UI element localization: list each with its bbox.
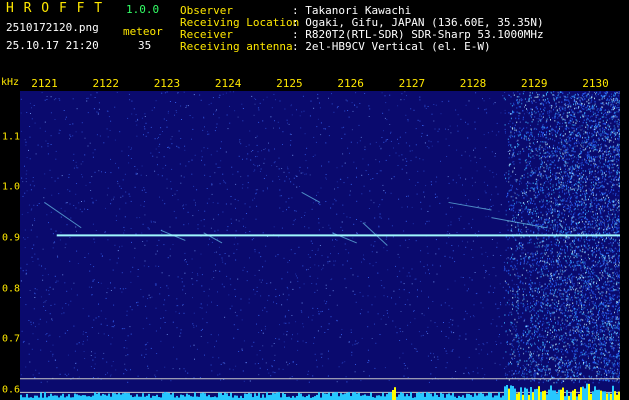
x-tick-label: 2129 (521, 77, 548, 90)
spectrogram-plot (20, 91, 620, 400)
antenna-value: : 2el-HB9CV Vertical (el. E-W) (292, 40, 491, 53)
x-tick-row: 2121 2122 2123 2124 2125 2126 2127 2128 2129 2130 (0, 77, 629, 91)
app-version: 1.0.0 (126, 3, 160, 16)
y-tick-label: 1.0 (2, 181, 21, 193)
y-tick-label: 0.8 (2, 283, 21, 295)
x-tick-label: 2124 (214, 77, 242, 90)
y-tick-label: 0.7 (2, 333, 21, 345)
y-tick-label: 0.9 (2, 232, 21, 244)
x-tick-label: 2130 (582, 77, 609, 90)
x-tick-label: 2123 (153, 77, 181, 90)
app-title: H R O F F T (6, 1, 104, 16)
y-tick-label: 0.6 (2, 384, 21, 396)
x-tick-label: 2122 (92, 77, 119, 90)
x-tick-label: 2128 (459, 77, 487, 90)
x-tick-label: 2127 (398, 77, 426, 90)
meteor-count: 35 (138, 39, 152, 52)
file-name: 2510172120.png (6, 21, 99, 34)
y-axis: 1.1 1.0 0.9 0.8 0.7 0.6 (0, 91, 20, 400)
x-tick-label: 2125 (276, 77, 303, 90)
meteor-label: meteor (123, 25, 163, 38)
x-tick-label: 2121 (31, 77, 58, 90)
y-tick-label: 1.1 (2, 131, 21, 143)
x-tick-label: 2126 (337, 77, 364, 90)
datetime: 25.10.17 21:20 (6, 39, 99, 52)
antenna-label: Receiving antenna (180, 40, 293, 53)
